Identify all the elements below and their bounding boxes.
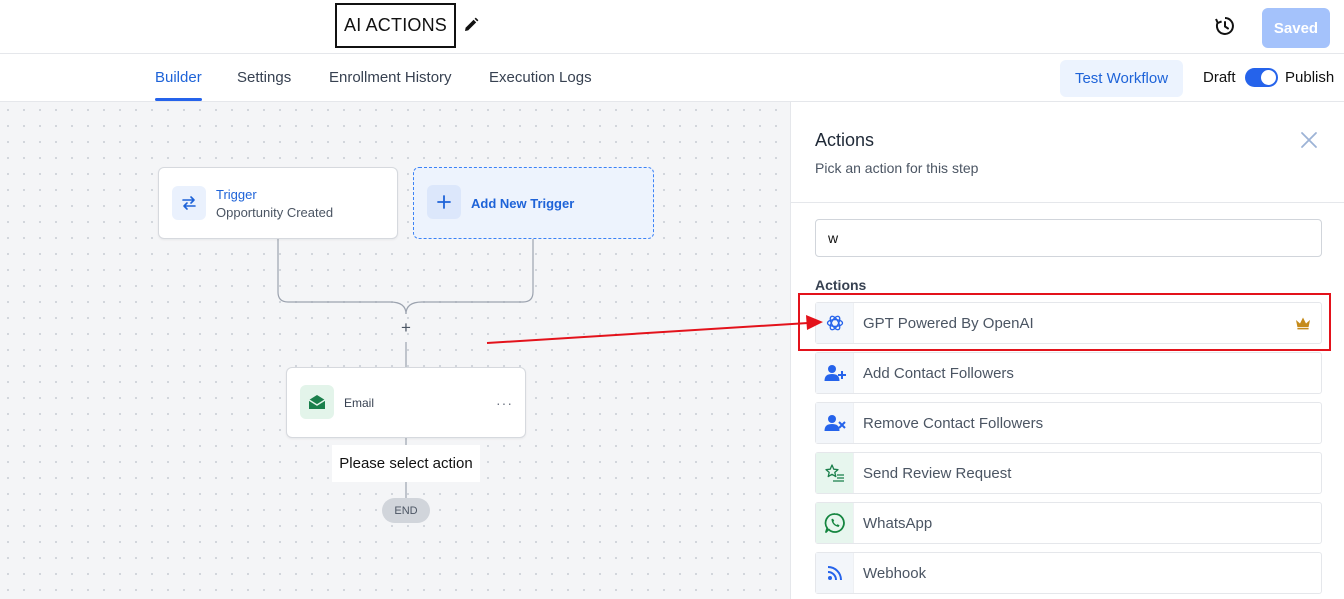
swap-icon: [172, 186, 206, 220]
action-remove-contact-followers[interactable]: Remove Contact Followers: [815, 402, 1322, 444]
tab-settings[interactable]: Settings: [237, 69, 291, 86]
top-bar: AI ACTIONS Saved: [0, 0, 1344, 54]
select-action-tooltip: Please select action: [332, 445, 480, 482]
toggle-knob: [1261, 70, 1276, 85]
panel-divider: [791, 202, 1344, 203]
test-workflow-button[interactable]: Test Workflow: [1060, 60, 1183, 97]
email-step-label: Email: [344, 396, 375, 410]
add-step-plus-button[interactable]: +: [398, 319, 414, 336]
draft-label: Draft: [1203, 69, 1236, 86]
plus-icon: [427, 185, 461, 219]
user-plus-icon: [816, 353, 854, 393]
add-trigger-label: Add New Trigger: [471, 196, 575, 211]
action-webhook[interactable]: Webhook: [815, 552, 1322, 594]
panel-subtitle: Pick an action for this step: [815, 160, 979, 176]
publish-label: Publish: [1285, 69, 1335, 86]
history-icon[interactable]: [1214, 15, 1236, 37]
action-label: WhatsApp: [863, 515, 933, 532]
email-icon: [300, 385, 334, 419]
action-label: Remove Contact Followers: [863, 415, 1044, 432]
tab-builder[interactable]: Builder: [155, 69, 202, 86]
more-options-icon[interactable]: ···: [496, 395, 513, 411]
trigger-title: Trigger: [216, 187, 257, 202]
publish-toggle[interactable]: [1245, 68, 1278, 87]
star-list-icon: [816, 453, 854, 493]
email-step-card[interactable]: Email ···: [286, 367, 526, 438]
action-label: Webhook: [863, 565, 927, 582]
close-icon[interactable]: [1300, 131, 1318, 149]
tab-execution-logs[interactable]: Execution Logs: [489, 69, 592, 86]
active-tab-indicator: [155, 98, 202, 101]
workflow-title[interactable]: AI ACTIONS: [335, 3, 456, 48]
annotation-highlight-box: [798, 293, 1331, 351]
add-new-trigger-card[interactable]: Add New Trigger: [413, 167, 654, 239]
action-whatsapp[interactable]: WhatsApp: [815, 502, 1322, 544]
pencil-icon[interactable]: [463, 17, 479, 33]
whatsapp-icon: [816, 503, 854, 543]
action-label: Add Contact Followers: [863, 365, 1014, 382]
action-add-contact-followers[interactable]: Add Contact Followers: [815, 352, 1322, 394]
action-send-review-request[interactable]: Send Review Request: [815, 452, 1322, 494]
end-node: END: [382, 498, 430, 523]
workflow-canvas[interactable]: Trigger Opportunity Created Add New Trig…: [0, 102, 790, 599]
tab-enrollment-history[interactable]: Enrollment History: [329, 69, 452, 86]
trigger-card[interactable]: Trigger Opportunity Created: [158, 167, 398, 239]
tab-bar: Builder Settings Enrollment History Exec…: [0, 54, 1344, 102]
saved-button[interactable]: Saved: [1262, 8, 1330, 48]
rss-icon: [816, 553, 854, 593]
user-remove-icon: [816, 403, 854, 443]
panel-title: Actions: [815, 130, 875, 150]
actions-section-label: Actions: [815, 277, 867, 293]
action-label: Send Review Request: [863, 465, 1012, 482]
action-search-input[interactable]: [815, 219, 1322, 257]
trigger-subtitle: Opportunity Created: [216, 205, 334, 220]
